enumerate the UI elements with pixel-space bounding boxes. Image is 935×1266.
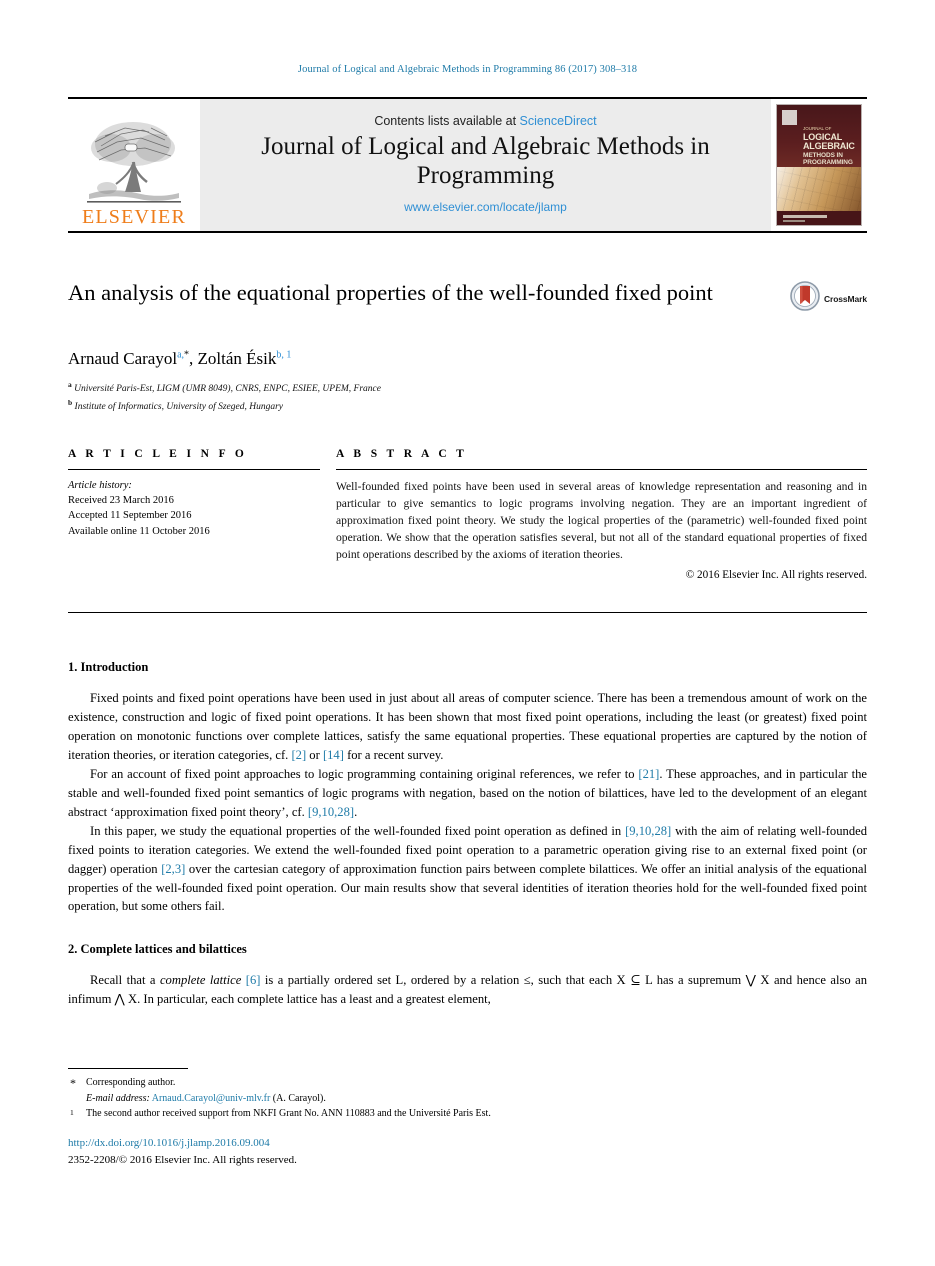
cover-title-sub: METHODS IN PROGRAMMING — [803, 152, 858, 166]
cover-title-line3: METHODS IN — [803, 152, 843, 159]
article-accepted-date: Accepted 11 September 2016 — [68, 510, 192, 522]
author-1-affiliation-mark: a, — [177, 349, 185, 361]
affiliation-list: a Université Paris-Est, LIGM (UMR 8049),… — [68, 379, 867, 415]
affiliation-b-mark: b — [68, 397, 73, 407]
journal-cover-image: JOURNAL OF LOGICAL ALGEBRAIC METHODS IN … — [776, 104, 862, 226]
article-info-rule — [68, 469, 320, 470]
journal-masthead: ELSEVIER Contents lists available at Sci… — [68, 97, 867, 233]
term-complete-lattice: complete lattice — [159, 973, 242, 988]
journal-url-link[interactable]: www.elsevier.com/locate/jlamp — [404, 200, 567, 214]
cover-bottom-bar-2 — [783, 220, 805, 222]
abstract-column: A B S T R A C T Well-founded fixed point… — [336, 448, 867, 581]
page-title: An analysis of the equational properties… — [68, 280, 713, 305]
abstract-copyright: © 2016 Elsevier Inc. All rights reserved… — [685, 569, 867, 582]
article-info-heading: A R T I C L E I N F O — [68, 448, 248, 460]
footnote-rule — [68, 1068, 188, 1069]
citation-6[interactable]: [6] — [246, 973, 261, 987]
author-1-name: Arnaud Carayol — [68, 349, 178, 368]
p1-text-a: Fixed points and fixed point operations … — [68, 691, 867, 762]
elsevier-wordmark: ELSEVIER — [81, 206, 187, 228]
footnote-block: * Corresponding author. E-mail address: … — [68, 1068, 568, 1122]
cover-title-main: LOGICAL ALGEBRAIC — [803, 132, 858, 152]
author-list: Arnaud Carayola,*, Zoltán Ésikb, 1 — [68, 349, 292, 368]
masthead-center: Contents lists available at ScienceDirec… — [200, 99, 771, 231]
affiliation-a-text: Université Paris-Est, LIGM (UMR 8049), C… — [74, 384, 381, 395]
lat-text-a: Recall that a — [90, 973, 160, 988]
journal-cover-thumbnail: JOURNAL OF LOGICAL ALGEBRAIC METHODS IN … — [771, 99, 867, 231]
citation-2[interactable]: [2] — [291, 748, 306, 762]
article-available-date: Available online 11 October 2016 — [68, 525, 210, 537]
article-body: 1. Introduction Fixed points and fixed p… — [68, 660, 867, 1009]
issn-copyright: 2352-2208/© 2016 Elsevier Inc. All right… — [68, 1153, 297, 1166]
crossmark-icon — [790, 281, 820, 316]
footnote-email-suffix: (A. Carayol). — [272, 1092, 326, 1104]
affiliation-b-text: Institute of Informatics, University of … — [74, 402, 283, 413]
affiliation-a-mark: a — [68, 380, 72, 389]
p2-text-c: . — [354, 804, 358, 819]
p2-text-a: For an account of fixed point approaches… — [90, 766, 639, 781]
section-divider-rule — [68, 612, 867, 613]
article-received-date: Received 23 March 2016 — [68, 495, 174, 507]
footnote-corresponding-author: * Corresponding author. — [68, 1075, 568, 1091]
abstract-heading: A B S T R A C T — [336, 448, 468, 460]
citation-9-10-28-a[interactable]: [9,10,28] — [308, 805, 354, 819]
affiliation-a: a Université Paris-Est, LIGM (UMR 8049),… — [68, 379, 867, 397]
p3-text-a: In this paper, we study the equational p… — [90, 823, 626, 838]
paragraph-lattices-1: Recall that a complete lattice [6] is a … — [68, 971, 867, 1009]
article-history-label: Article history: — [68, 480, 132, 491]
author-2-affiliation-mark: b, 1 — [276, 349, 292, 361]
contents-lists-line: Contents lists available at ScienceDirec… — [374, 114, 596, 128]
crossmark-badge[interactable]: CrossMark — [790, 279, 867, 316]
cover-title-line4: PROGRAMMING — [803, 159, 853, 167]
elsevier-tree-icon — [81, 118, 187, 206]
journal-title: Journal of Logical and Algebraic Methods… — [261, 133, 710, 189]
citation-21[interactable]: [21] — [638, 767, 659, 781]
footer-block: http://dx.doi.org/10.1016/j.jlamp.2016.0… — [68, 1135, 568, 1168]
section-heading-introduction: 1. Introduction — [68, 660, 149, 674]
citation-14[interactable]: [14] — [323, 748, 344, 762]
footnote-funding-note: 1 The second author received support fro… — [68, 1106, 568, 1122]
cover-elsevier-mark — [782, 110, 797, 125]
section-heading-complete-lattices: 2. Complete lattices and bilattices — [68, 942, 247, 957]
title-row: An analysis of the equational properties… — [68, 279, 867, 316]
p3-text-c: over the cartesian category of approxima… — [68, 861, 867, 914]
cover-bottom-band — [777, 211, 861, 225]
footnote-email: E-mail address: Arnaud.Carayol@univ-mlv.… — [68, 1091, 568, 1107]
paragraph-intro-3: In this paper, we study the equational p… — [68, 822, 867, 917]
footnote-email-link[interactable]: Arnaud.Carayol@univ-mlv.fr — [152, 1093, 271, 1104]
citation-2-3[interactable]: [2,3] — [161, 862, 185, 876]
cover-bottom-bar-1 — [783, 215, 827, 218]
doi-link[interactable]: http://dx.doi.org/10.1016/j.jlamp.2016.0… — [68, 1135, 568, 1152]
cover-photo — [777, 167, 861, 211]
affiliation-b: b Institute of Informatics, University o… — [68, 397, 867, 415]
contents-prefix: Contents lists available at — [374, 114, 520, 128]
paragraph-intro-1: Fixed points and fixed point operations … — [68, 689, 867, 765]
footnote-number-mark: 1 — [70, 1108, 74, 1117]
article-info-column: A R T I C L E I N F O Article history: R… — [68, 448, 336, 581]
footnote-email-label: E-mail address: — [86, 1092, 150, 1104]
paper-page: Journal of Logical and Algebraic Methods… — [0, 0, 935, 1266]
paragraph-intro-2: For an account of fixed point approaches… — [68, 765, 867, 822]
abstract-text: Well-founded fixed points have been used… — [336, 480, 867, 562]
footnote-funding-text: The second author received support from … — [86, 1108, 491, 1119]
p1-text-c: for a recent survey. — [343, 747, 444, 762]
author-2-name: Zoltán Ésik — [197, 349, 277, 368]
crossmark-label: CrossMark — [823, 293, 867, 304]
info-abstract-block: A R T I C L E I N F O Article history: R… — [68, 448, 867, 581]
running-head: Journal of Logical and Algebraic Methods… — [297, 64, 638, 75]
footnote-corresponding-text: Corresponding author. — [86, 1077, 176, 1088]
cover-title-line2: ALGEBRAIC — [803, 141, 855, 152]
abstract-rule — [336, 469, 867, 470]
author-1-corresponding-mark: * — [184, 349, 190, 361]
p1-text-b: or — [306, 747, 323, 762]
elsevier-logo: ELSEVIER — [68, 99, 200, 231]
sciencedirect-link[interactable]: ScienceDirect — [520, 114, 597, 128]
citation-9-10-28-b[interactable]: [9,10,28] — [625, 824, 671, 838]
